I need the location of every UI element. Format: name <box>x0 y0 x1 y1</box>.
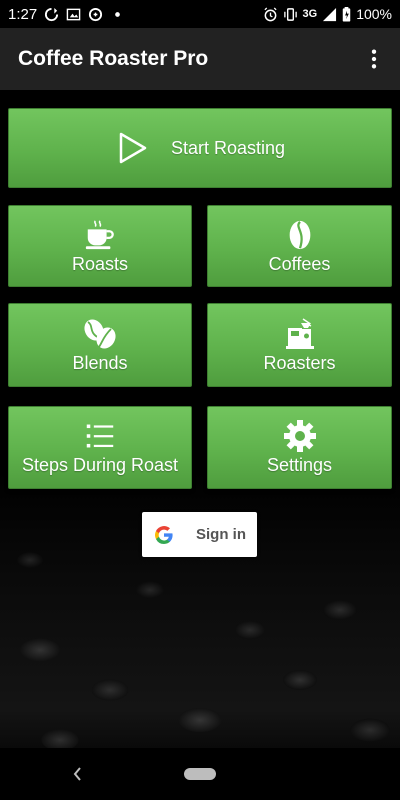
system-nav-bar <box>0 748 400 800</box>
steps-during-roast-label: Steps During Roast <box>21 455 179 475</box>
coffee-beans-icon <box>83 317 117 351</box>
overflow-menu-button[interactable] <box>360 45 388 73</box>
sign-in-label: Sign in <box>196 526 246 543</box>
battery-icon <box>342 6 351 22</box>
back-icon[interactable] <box>70 764 86 784</box>
settings-label: Settings <box>266 455 333 475</box>
status-bar: 1:27 3G 100% <box>0 0 400 28</box>
roaster-machine-icon <box>283 317 317 351</box>
start-roasting-button[interactable]: Start Roasting <box>8 108 392 188</box>
alarm-icon <box>263 6 278 22</box>
start-roasting-label: Start Roasting <box>170 137 286 158</box>
google-icon <box>154 525 174 545</box>
overflow-menu-icon <box>371 49 377 69</box>
coffee-cup-icon <box>83 218 117 252</box>
coffees-label: Coffees <box>268 253 331 274</box>
signal-icon <box>322 7 337 22</box>
battery-percent: 100% <box>356 6 392 22</box>
main-content: Start Roasting Roasts Coffees Blends Roa… <box>0 90 400 748</box>
roasts-label: Roasts <box>71 253 129 274</box>
home-pill-icon[interactable] <box>184 768 216 780</box>
checklist-icon <box>83 419 117 453</box>
app-bar: Coffee Roaster Pro <box>0 28 400 90</box>
google-sign-in-button[interactable]: Sign in <box>142 512 257 557</box>
blends-label: Blends <box>72 352 128 373</box>
settings-button[interactable]: Settings <box>207 406 392 489</box>
gear-icon <box>283 419 317 453</box>
roasters-label: Roasters <box>263 352 336 373</box>
screenshot-icon <box>66 7 81 22</box>
roasters-button[interactable]: Roasters <box>207 303 392 387</box>
dot-icon <box>110 7 125 22</box>
sync-icon <box>44 7 59 22</box>
roasts-button[interactable]: Roasts <box>8 205 192 287</box>
vibrate-icon <box>283 7 298 22</box>
data-saver-icon <box>88 7 103 22</box>
network-type: 3G <box>302 8 318 20</box>
coffees-button[interactable]: Coffees <box>207 205 392 287</box>
steps-during-roast-button[interactable]: Steps During Roast <box>8 406 192 489</box>
blends-button[interactable]: Blends <box>8 303 192 387</box>
app-title: Coffee Roaster Pro <box>18 47 209 70</box>
coffee-bean-icon <box>283 218 317 252</box>
play-icon <box>115 131 149 165</box>
status-time: 1:27 <box>8 5 38 23</box>
